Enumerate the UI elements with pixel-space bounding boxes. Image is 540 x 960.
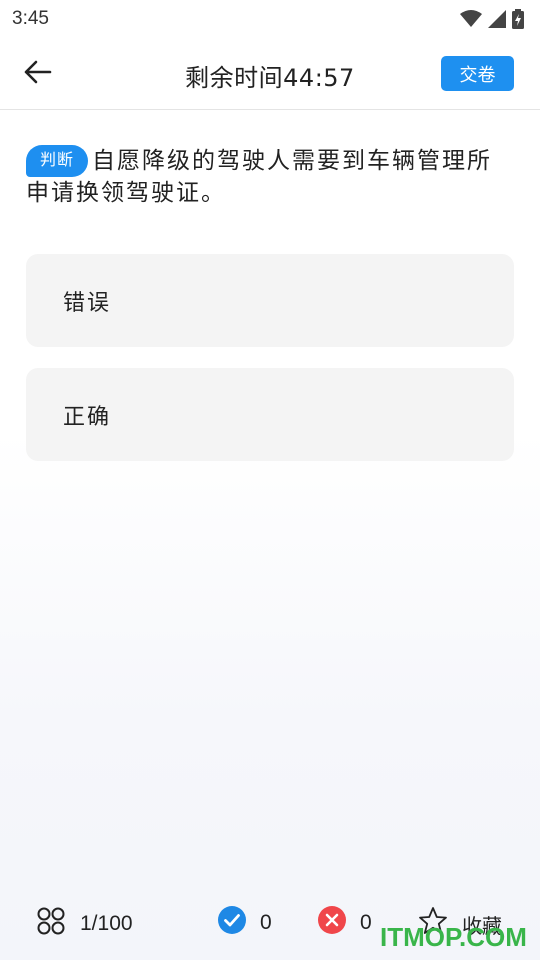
status-bar: 3:45 <box>0 0 540 38</box>
answer-option-label: 正确 <box>63 404 112 430</box>
answer-option[interactable]: 正确 <box>26 368 514 461</box>
correct-count-value: 0 <box>260 911 272 934</box>
wifi-icon <box>460 10 482 28</box>
wrong-count: 0 <box>318 906 372 940</box>
answer-option[interactable]: 错误 <box>26 254 514 347</box>
answer-option-label: 错误 <box>63 290 112 316</box>
check-circle-icon <box>218 906 246 940</box>
watermark: ITMOP.COM <box>380 922 527 952</box>
question-text: 自愿降级的驾驶人需要到车辆管理所申请换领驾驶证。 <box>26 148 493 206</box>
question-grid-icon <box>36 906 66 942</box>
correct-count: 0 <box>218 906 272 940</box>
battery-charging-icon <box>512 9 524 29</box>
close-circle-icon <box>318 906 346 940</box>
app-header: 剩余时间44:57 交卷 <box>0 38 540 110</box>
question-type-badge: 判断 <box>26 145 89 177</box>
wrong-count-value: 0 <box>360 911 372 934</box>
question-block: 判断 自愿降级的驾驶人需要到车辆管理所申请换领驾驶证。 <box>26 145 506 209</box>
submit-exam-button[interactable]: 交卷 <box>441 56 514 91</box>
status-icons <box>460 9 524 29</box>
progress-text: 1/100 <box>80 912 133 935</box>
question-list-button[interactable]: 1/100 <box>36 906 133 942</box>
status-time: 3:45 <box>12 8 49 29</box>
cellular-signal-icon <box>488 10 506 28</box>
